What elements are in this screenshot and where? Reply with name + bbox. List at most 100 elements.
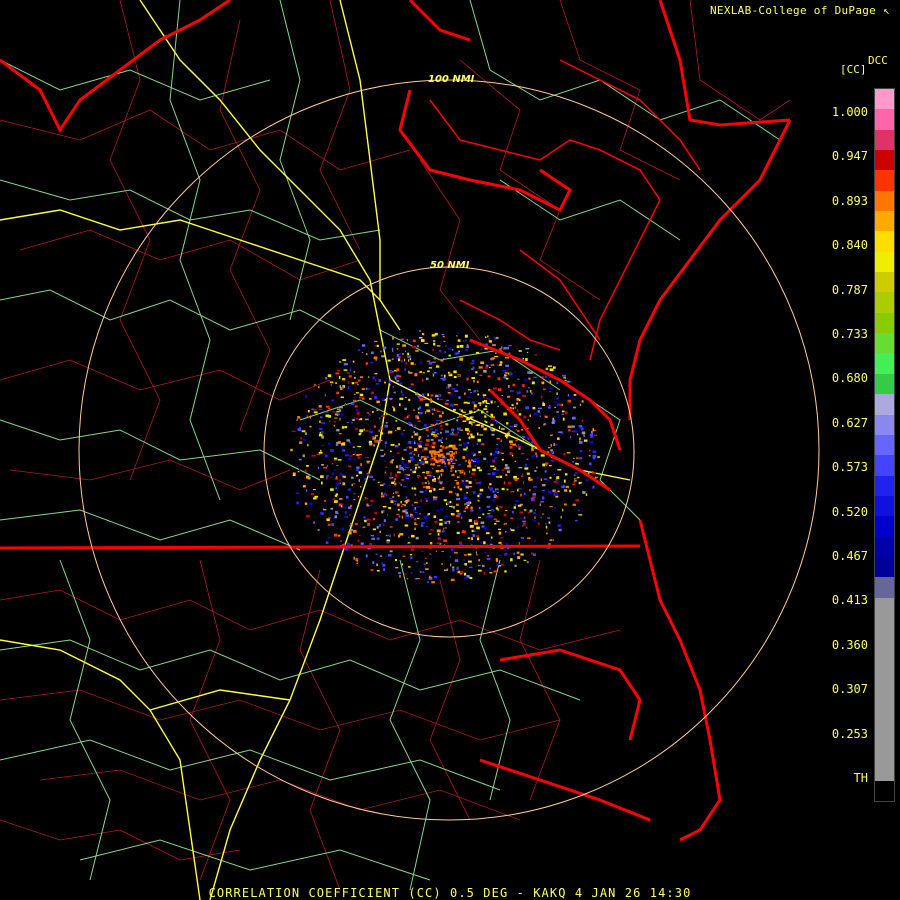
radar-echo-pixel (498, 541, 502, 544)
radar-echo-pixel (321, 464, 324, 466)
radar-echo-pixel (470, 459, 474, 462)
interstates (0, 0, 631, 900)
radar-echo-pixel (432, 450, 436, 453)
radar-echo-pixel (538, 407, 542, 409)
radar-echo-pixel (425, 489, 427, 492)
radar-echo-pixel (356, 559, 358, 562)
radar-echo-pixel (416, 432, 419, 435)
radar-echo-pixel (479, 404, 481, 406)
radar-echo-pixel (419, 513, 421, 515)
colorbar-segment (875, 170, 894, 191)
radar-echo-pixel (344, 511, 347, 514)
radar-echo-pixel (440, 424, 443, 428)
radar-echo-pixel (526, 351, 529, 353)
radar-echo-pixel (433, 453, 437, 456)
radar-echo-pixel (475, 424, 477, 426)
radar-echo-pixel (452, 388, 456, 390)
radar-echo-pixel (495, 336, 499, 340)
radar-echo-pixel (380, 484, 384, 486)
radar-echo-pixel (432, 463, 436, 466)
radar-echo-pixel (341, 442, 345, 446)
radar-echo-pixel (529, 489, 531, 492)
radar-echo-pixel (452, 462, 456, 464)
radar-echo-pixel (424, 476, 427, 479)
radar-echo-pixel (409, 456, 414, 459)
radar-echo-pixel (474, 519, 478, 523)
colorbar-segment (875, 617, 894, 639)
radar-echo-pixel (490, 343, 493, 345)
radar-echo-pixel (487, 555, 489, 557)
radar-echo-pixel (394, 491, 399, 494)
radar-echo-pixel (536, 466, 538, 469)
radar-echo-pixel (483, 572, 486, 575)
radar-echo-pixel (397, 494, 400, 497)
radar-echo-pixel (381, 398, 385, 401)
radar-echo-pixel (407, 442, 409, 445)
radar-echo-pixel (479, 509, 482, 511)
radar-echo-pixel (404, 500, 409, 503)
radar-echo-pixel (490, 536, 493, 539)
radar-echo-pixel (432, 373, 435, 377)
radar-echo-pixel (392, 386, 394, 388)
radar-echo-pixel (328, 407, 331, 410)
radar-echo-pixel (388, 430, 393, 434)
radar-echo-pixel (331, 472, 335, 475)
radar-echo-pixel (535, 509, 537, 512)
radar-echo-pixel (489, 367, 491, 369)
radar-echo-pixel (509, 372, 513, 376)
radar-echo-pixel (368, 440, 372, 444)
radar-echo-pixel (477, 499, 480, 502)
radar-echo-pixel (296, 501, 299, 505)
radar-echo-pixel (375, 378, 377, 382)
radar-echo-pixel (347, 542, 351, 546)
radar-echo-pixel (560, 516, 562, 519)
radar-echo-pixel (433, 340, 436, 343)
radar-echo-pixel (414, 527, 416, 530)
radar-echo-pixel (532, 493, 536, 496)
radar-echo-pixel (312, 489, 316, 491)
radar-echo-pixel (345, 454, 349, 457)
radar-echo-pixel (508, 430, 512, 433)
radar-echo-pixel (423, 457, 427, 461)
radar-echo-pixel (362, 526, 366, 528)
radar-echo-pixel (504, 510, 508, 511)
radar-echo-pixel (446, 399, 450, 402)
credit-text: NEXLAB-College of DuPage ↖ (709, 4, 890, 17)
radar-echo-pixel (437, 423, 440, 425)
colorbar-tick-label: 1.000 (831, 105, 868, 119)
radar-echo-pixel (491, 433, 495, 436)
radar-echo-pixel (573, 398, 576, 400)
radar-echo-pixel (543, 424, 545, 426)
radar-echo-pixel (306, 415, 309, 417)
radar-echo-pixel (513, 479, 517, 481)
radar-echo-pixel (504, 570, 507, 573)
radar-echo-pixel (366, 460, 371, 462)
radar-echo-pixel (338, 375, 341, 379)
radar-echo-pixel (328, 415, 332, 418)
radar-echo-pixel (419, 412, 423, 415)
radar-echo-pixel (433, 457, 436, 461)
radar-echo-pixel (579, 439, 581, 441)
radar-echo-pixel (398, 482, 401, 485)
radar-echo-pixel (396, 503, 400, 507)
radar-echo-pixel (462, 420, 467, 422)
radar-echo-pixel (475, 460, 480, 463)
radar-echo-pixel (489, 567, 492, 570)
radar-echo-pixel (471, 423, 473, 426)
radar-echo-pixel (385, 466, 388, 468)
radar-echo-pixel (448, 347, 451, 350)
radar-echo-pixel (395, 429, 397, 432)
radar-echo-pixel (467, 396, 471, 398)
radar-echo-pixel (359, 534, 361, 536)
radar-echo-pixel (468, 421, 472, 424)
radar-echo-pixel (316, 453, 321, 455)
radar-echo-pixel (331, 462, 334, 465)
radar-echo-pixel (368, 376, 370, 378)
radar-echo-pixel (517, 489, 519, 492)
radar-echo-pixel (304, 502, 308, 505)
radar-echo-pixel (380, 449, 384, 451)
radar-echo-pixel (517, 378, 520, 380)
radar-echo-pixel (490, 364, 495, 366)
radar-echo-pixel (299, 469, 301, 471)
radar-echo-pixel (418, 436, 422, 439)
